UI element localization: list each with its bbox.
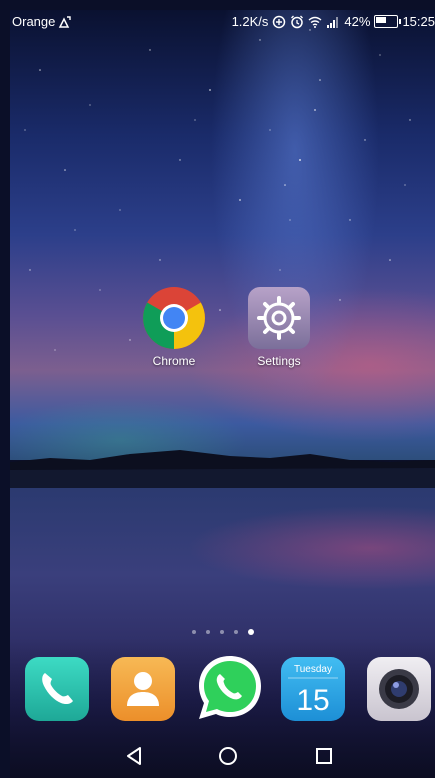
dock-camera[interactable] <box>366 656 432 722</box>
camera-icon <box>367 657 431 721</box>
dock-phone[interactable] <box>24 656 90 722</box>
home-icon[interactable] <box>214 742 242 770</box>
chrome-icon <box>142 286 206 350</box>
dock-calendar[interactable]: Tuesday 15 <box>280 656 346 722</box>
settings-gear-icon <box>247 286 311 350</box>
phone-icon <box>25 657 89 721</box>
clock-time: 15:25 <box>402 14 435 29</box>
navigation-bar <box>10 730 435 778</box>
alarm-icon <box>291 15 304 28</box>
carrier-name: Orange <box>12 14 56 29</box>
page-indicator <box>10 629 435 635</box>
page-dot-active <box>247 629 254 635</box>
page-dot <box>205 630 210 634</box>
dock: Tuesday 15 <box>10 656 435 726</box>
wallpaper-stars <box>24 29 411 351</box>
data-saver-icon <box>273 15 286 28</box>
back-icon[interactable] <box>120 742 148 770</box>
app-label: Settings <box>257 354 301 368</box>
battery-percent: 42% <box>344 14 371 29</box>
carrier: Orange <box>12 14 72 29</box>
whatsapp-icon <box>199 656 261 719</box>
dock-whatsapp[interactable] <box>194 652 266 724</box>
wallpaper-mountains <box>10 450 435 490</box>
page-dot <box>233 630 238 634</box>
status-indicators: 1.2K/s 42% 15:25 <box>232 14 435 29</box>
app-settings[interactable]: Settings <box>239 286 319 368</box>
app-chrome[interactable]: Chrome <box>134 286 214 368</box>
recents-icon[interactable] <box>310 742 338 770</box>
calendar-day-number: 15 <box>296 684 329 717</box>
calendar-icon: Tuesday 15 <box>281 657 345 721</box>
home-screen: Orange 1.2K/s 42% 15:25 Chrome Settings … <box>10 10 435 778</box>
contacts-icon <box>111 657 175 721</box>
status-bar: Orange 1.2K/s 42% 15:25 <box>10 10 435 32</box>
calendar-day-name: Tuesday <box>294 664 332 675</box>
page-dot <box>219 630 224 634</box>
dock-contacts[interactable] <box>110 656 176 722</box>
signal-antenna-icon <box>59 15 72 28</box>
battery-charging-icon <box>374 15 402 28</box>
page-dot <box>191 630 196 634</box>
app-label: Chrome <box>152 354 196 368</box>
cell-signal-icon <box>327 16 339 28</box>
wifi-icon <box>308 16 322 28</box>
network-speed: 1.2K/s <box>231 14 269 29</box>
